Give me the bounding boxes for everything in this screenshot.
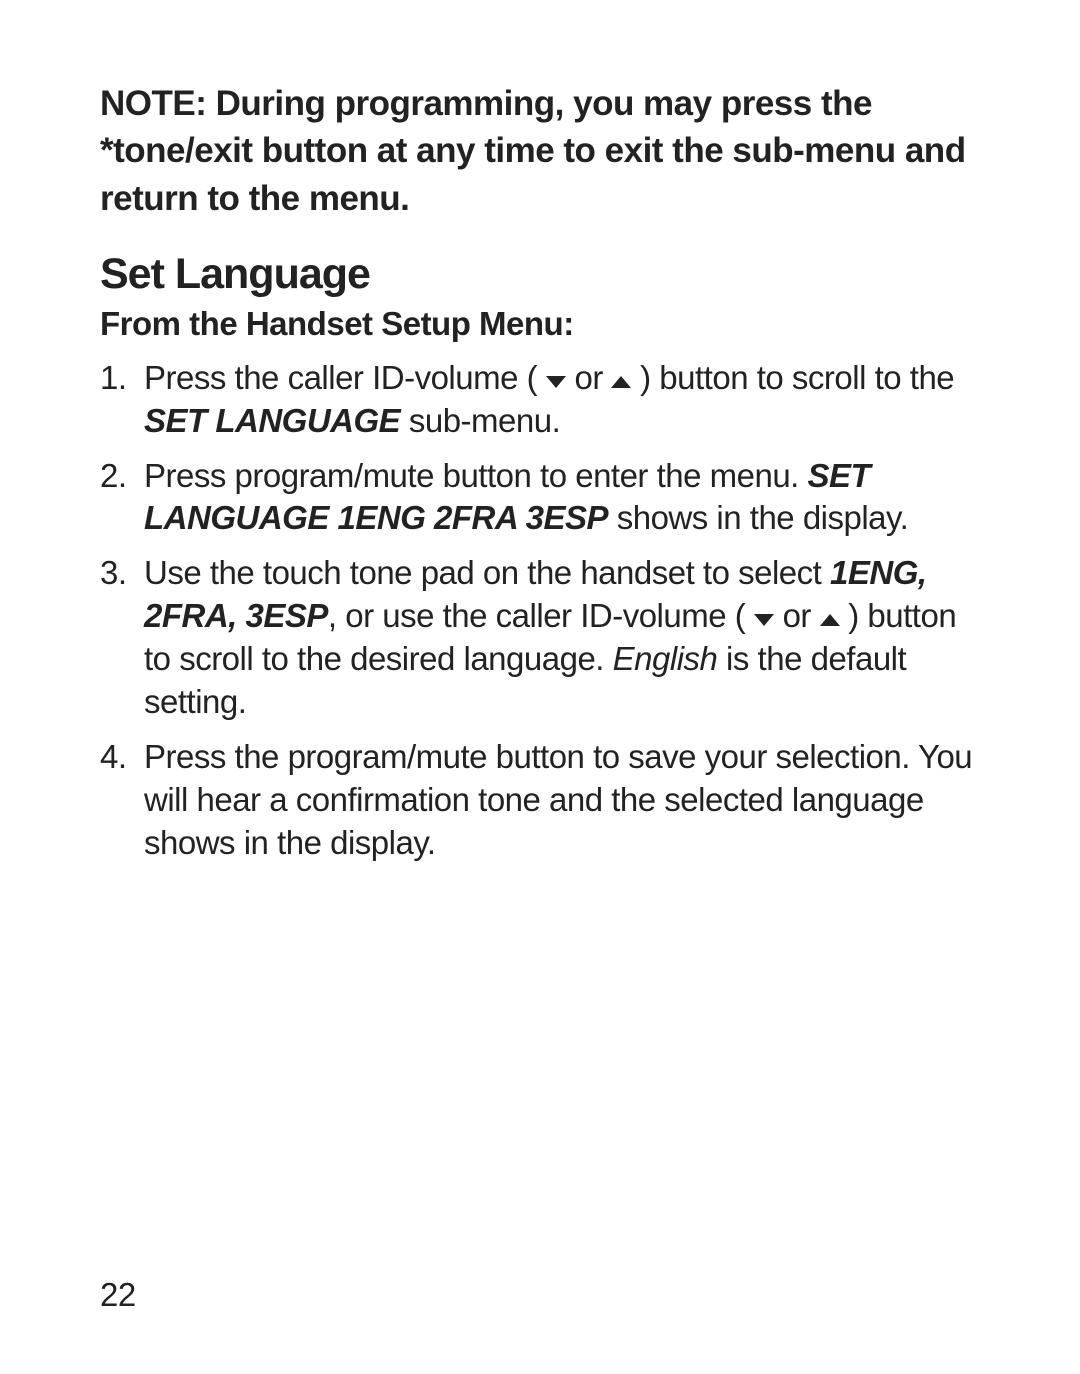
page-number: 22 xyxy=(100,1276,136,1314)
section-heading: Set Language xyxy=(100,250,990,299)
step-text: , or use the caller ID-volume ( xyxy=(328,597,754,634)
step-1: Press the caller ID-volume ( or ) button… xyxy=(100,357,990,443)
manual-page: NOTE: During programming, you may press … xyxy=(0,0,1080,1374)
step-text-bold-italic: SET LANGUAGE xyxy=(144,402,400,439)
step-text: Use the touch tone pad on the handset to… xyxy=(144,554,830,591)
step-text: sub-menu. xyxy=(400,402,560,439)
triangle-down-icon xyxy=(754,614,774,626)
step-text: ) button to scroll to the xyxy=(631,359,954,396)
step-text: shows in the display. xyxy=(608,499,908,536)
step-2: Press program/mute button to enter the m… xyxy=(100,455,990,541)
triangle-up-icon xyxy=(820,614,840,626)
step-text: Press program/mute button to enter the m… xyxy=(144,457,808,494)
step-text: Press the program/mute button to save yo… xyxy=(144,738,972,861)
step-4: Press the program/mute button to save yo… xyxy=(100,736,990,865)
note-paragraph: NOTE: During programming, you may press … xyxy=(100,80,990,222)
step-text: or xyxy=(566,359,612,396)
step-text-italic: English xyxy=(613,640,718,677)
steps-list: Press the caller ID-volume ( or ) button… xyxy=(100,357,990,865)
step-3: Use the touch tone pad on the handset to… xyxy=(100,552,990,724)
triangle-down-icon xyxy=(546,376,566,388)
step-text: or xyxy=(774,597,820,634)
section-subheading: From the Handset Setup Menu: xyxy=(100,305,990,343)
triangle-up-icon xyxy=(611,376,631,388)
step-text: Press the caller ID-volume ( xyxy=(144,359,546,396)
